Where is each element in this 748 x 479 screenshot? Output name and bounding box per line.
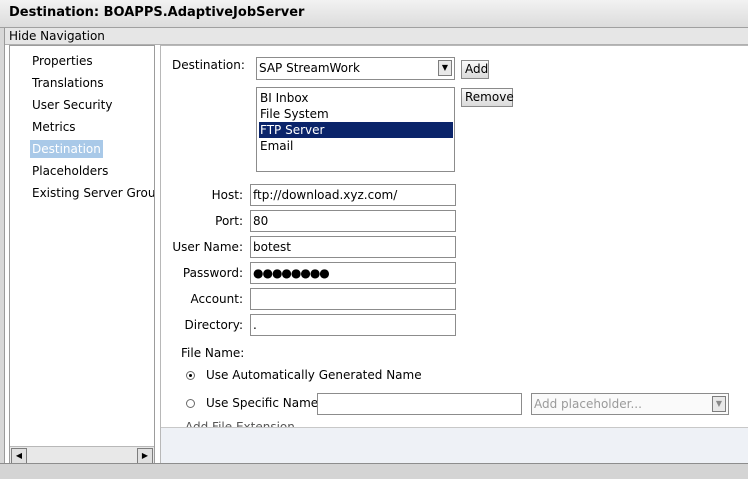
destination-select-value: SAP StreamWork: [259, 61, 360, 75]
file-name-label: File Name:: [181, 346, 245, 360]
user-name-label: User Name:: [172, 240, 243, 254]
nav-item-translations[interactable]: Translations: [30, 74, 106, 92]
directory-input[interactable]: .: [250, 314, 456, 336]
nav-item-existing-server-groups[interactable]: Existing Server Groups: [30, 184, 154, 202]
list-item-bi-inbox[interactable]: BI Inbox: [259, 90, 453, 106]
arrow-right-icon[interactable]: ▶: [137, 448, 153, 464]
port-label: Port:: [215, 214, 243, 228]
arrow-left-icon[interactable]: ◀: [11, 448, 27, 464]
chevron-down-icon[interactable]: ▼: [438, 60, 452, 76]
navigation-panel: Properties Translations User Security Me…: [9, 45, 155, 463]
password-label: Password:: [182, 266, 243, 280]
window-title: Destination: BOAPPS.AdaptiveJobServer: [0, 0, 748, 28]
nav-item-metrics[interactable]: Metrics: [30, 118, 78, 136]
directory-label: Directory:: [184, 318, 243, 332]
destination-select[interactable]: SAP StreamWork ▼: [256, 57, 455, 80]
password-input[interactable]: ●●●●●●●●: [250, 262, 456, 284]
nav-item-user-security[interactable]: User Security: [30, 96, 114, 114]
nav-item-properties[interactable]: Properties: [30, 52, 95, 70]
remove-destination-button[interactable]: Remove: [461, 88, 514, 107]
radio-specific-name[interactable]: [186, 399, 195, 408]
status-bar: [0, 463, 748, 479]
account-input[interactable]: [250, 288, 456, 310]
add-destination-button[interactable]: Add: [461, 60, 489, 79]
placeholder-select[interactable]: Add placeholder... ▼: [531, 393, 729, 415]
auto-name-option-label: Use Automatically Generated Name: [206, 368, 422, 382]
account-label: Account:: [190, 292, 244, 306]
user-name-input[interactable]: botest: [250, 236, 456, 258]
destination-label: Destination:: [172, 58, 245, 72]
specific-name-input[interactable]: [317, 393, 522, 415]
nav-item-placeholders[interactable]: Placeholders: [30, 162, 110, 180]
specific-name-option-label: Use Specific Name: [206, 396, 319, 410]
nav-item-destination[interactable]: Destination: [30, 140, 103, 158]
host-input[interactable]: ftp://download.xyz.com/: [250, 184, 456, 206]
window-edge: [0, 28, 5, 478]
hide-navigation-link[interactable]: Hide Navigation: [5, 28, 748, 45]
host-label: Host:: [211, 188, 243, 202]
chevron-down-icon[interactable]: ▼: [712, 396, 726, 412]
content-footer: [161, 427, 748, 463]
list-item-ftp-server[interactable]: FTP Server: [259, 122, 453, 138]
radio-auto-name[interactable]: [186, 371, 195, 380]
placeholder-select-value: Add placeholder...: [534, 397, 642, 411]
port-input[interactable]: 80: [250, 210, 456, 232]
list-item-file-system[interactable]: File System: [259, 106, 453, 122]
destination-list[interactable]: BI Inbox File System FTP Server Email: [256, 87, 455, 172]
nav-horizontal-scrollbar[interactable]: ◀ ▶: [10, 446, 154, 464]
list-item-email[interactable]: Email: [259, 138, 453, 154]
